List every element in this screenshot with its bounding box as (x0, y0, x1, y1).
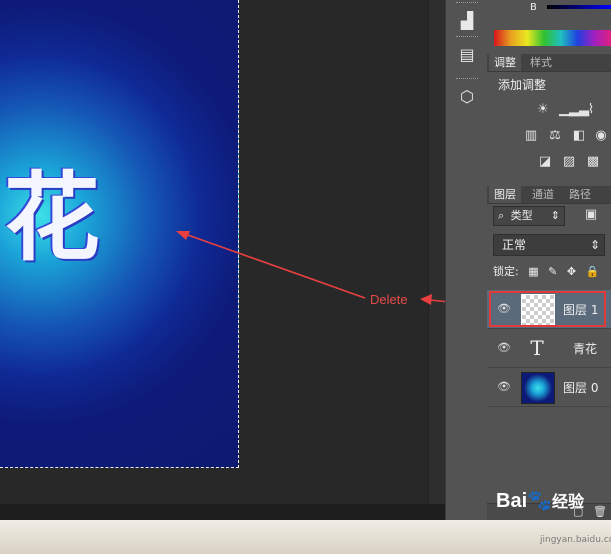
levels-icon[interactable]: ▁▂▃ (559, 103, 589, 117)
chevron-updown-icon: ⇕ (589, 238, 600, 252)
arrowhead-canvas (176, 231, 190, 240)
trash-icon[interactable]: 🗑 (593, 505, 607, 518)
tab-layers[interactable]: 图层 (489, 186, 521, 203)
dock-grip[interactable] (456, 36, 478, 39)
layer-thumbnail-gradient (521, 372, 555, 404)
color-balance-icon[interactable]: ▥ (523, 129, 539, 143)
adjustments-title: 添加调整 (498, 78, 547, 92)
photo-filter-icon[interactable]: ◉ (593, 129, 609, 143)
lock-position-icon[interactable]: ✥ (567, 265, 576, 278)
color-spectrum[interactable] (494, 30, 611, 46)
arrow-to-canvas (184, 233, 366, 299)
threshold-icon[interactable]: ▩ (585, 155, 601, 169)
arrowhead-layer (420, 294, 432, 305)
adjustments-tabbar: 调整 样式 (487, 54, 611, 72)
lock-transparent-icon[interactable]: ▦ (528, 265, 538, 278)
brightness-icon[interactable]: ☀ (535, 103, 551, 117)
lock-row: 锁定: ▦ ✎ ✥ 🔒 (493, 263, 599, 279)
baidu-watermark: Bai🐾经验 (496, 488, 584, 513)
visibility-eye-icon[interactable]: 👁 (497, 380, 511, 394)
layer-filter-value: 类型 (510, 209, 533, 222)
tab-channels[interactable]: 通道 (527, 186, 559, 203)
layer-row[interactable]: 👁 T 青花 (487, 329, 611, 368)
balance-scale-icon[interactable]: ⚖ (547, 129, 563, 143)
filter-image-icon[interactable]: ▣ (583, 208, 599, 222)
blend-mode-value: 正常 (502, 238, 527, 252)
layers-tabbar: 图层 通道 路径 (487, 186, 611, 204)
watermark-suffix: 经验 (552, 494, 585, 511)
text-layer-icon: T (530, 336, 544, 360)
lock-paint-icon[interactable]: ✎ (548, 265, 557, 278)
histogram-icon[interactable]: ▟ (452, 6, 482, 34)
paw-icon: 🐾 (527, 490, 553, 512)
bottom-image-strip (0, 520, 611, 554)
tab-styles[interactable]: 样式 (525, 54, 557, 71)
layer-row[interactable]: 👁 图层 0 (487, 368, 611, 407)
curves-icon[interactable]: ⌇ (583, 103, 599, 117)
layer-name[interactable]: 青花 (573, 340, 597, 357)
delete-annotation-label: Delete (370, 292, 408, 307)
blue-channel-slider[interactable] (547, 5, 611, 9)
3d-cube-icon[interactable]: ⬡ (452, 82, 482, 110)
clone-source-icon[interactable]: ▤ (452, 40, 482, 68)
tab-paths[interactable]: 路径 (564, 186, 596, 203)
layer-name[interactable]: 图层 0 (563, 379, 598, 396)
invert-icon[interactable]: ◪ (537, 155, 553, 169)
blend-mode-select[interactable]: 正常 ⇕ (493, 234, 605, 256)
lock-label: 锁定: (493, 265, 519, 278)
layer-filter-select[interactable]: ⌕ 类型 ⇕ (493, 206, 565, 226)
dock-grip[interactable] (456, 78, 478, 81)
search-icon: ⌕ (498, 209, 505, 222)
color-panel: B (487, 0, 611, 50)
right-panel: B 调整 样式 添加调整 ☀ ▁▂▃ ⌇ ▥ ⚖ ◧ ◉ ◪ ▨ ▩ 图层 通道… (487, 0, 611, 520)
highlight-box (489, 291, 606, 327)
black-white-icon[interactable]: ◧ (571, 129, 587, 143)
tab-adjustments[interactable]: 调整 (489, 54, 521, 71)
posterize-icon[interactable]: ▨ (561, 155, 577, 169)
chevron-updown-icon: ⇕ (550, 209, 560, 222)
dock-grip[interactable] (456, 2, 478, 5)
watermark-url: jingyan.baidu.com (540, 535, 611, 545)
blue-channel-label: B (530, 2, 537, 13)
lock-all-icon[interactable]: 🔒 (586, 265, 600, 278)
panel-dock-column: ▟ ▤ ⬡ (445, 0, 489, 520)
watermark-brand: Bai (496, 490, 528, 512)
visibility-eye-icon[interactable]: 👁 (497, 341, 511, 355)
